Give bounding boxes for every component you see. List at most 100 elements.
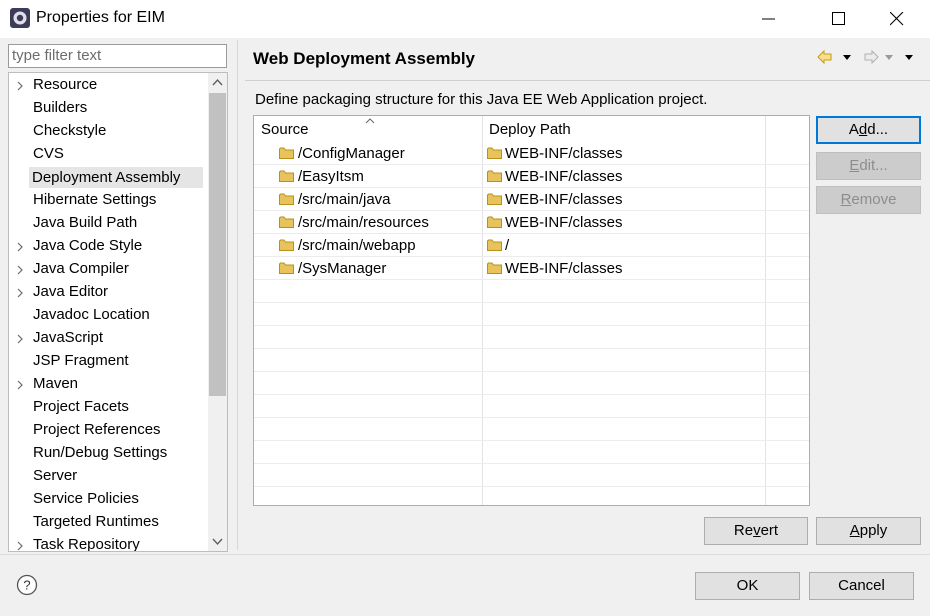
tree-item-project-references[interactable]: Project References [9, 419, 209, 442]
row-gridline [254, 371, 809, 372]
folder-icon [487, 239, 502, 251]
source-cell: /ConfigManager [298, 145, 405, 162]
tree-item-java-code-style[interactable]: Java Code Style [9, 235, 209, 258]
tree-item-label: JavaScript [33, 329, 104, 346]
view-menu-icon[interactable] [904, 48, 914, 66]
forward-arrow-icon[interactable] [862, 48, 880, 66]
button-bar-separator [0, 554, 930, 555]
tree-item-java-compiler[interactable]: Java Compiler [9, 258, 209, 281]
table-row[interactable]: /src/main/webapp / [254, 235, 809, 258]
back-arrow-icon[interactable] [816, 48, 834, 66]
page-title: Web Deployment Assembly [253, 49, 476, 68]
tree-item-maven[interactable]: Maven [9, 373, 209, 396]
add-button[interactable]: Add... [816, 116, 921, 144]
svg-text:?: ? [23, 578, 30, 593]
expand-chevron-icon[interactable] [16, 541, 24, 551]
expand-chevron-icon[interactable] [16, 81, 24, 91]
folder-icon [487, 170, 502, 182]
page-description: Define packaging structure for this Java… [255, 91, 708, 108]
tree-item-javadoc-location[interactable]: Javadoc Location [9, 304, 209, 327]
tree-item-task-repository[interactable]: Task Repository [9, 534, 209, 552]
close-button[interactable] [874, 0, 920, 38]
expand-chevron-icon[interactable] [16, 242, 24, 252]
ok-button[interactable]: OK [695, 572, 800, 600]
tree-item-project-facets[interactable]: Project Facets [9, 396, 209, 419]
remove-button[interactable]: Remove [816, 186, 921, 214]
tree-item-java-build-path[interactable]: Java Build Path [9, 212, 209, 235]
eclipse-gear-icon [10, 8, 30, 28]
assembly-table[interactable]: Source Deploy Path /ConfigManager WEB-INF… [253, 115, 810, 506]
expand-chevron-icon[interactable] [16, 265, 24, 275]
tree-item-label: Javadoc Location [33, 306, 150, 323]
source-cell: /src/main/java [298, 191, 391, 208]
filter-input[interactable] [9, 45, 225, 65]
cancel-button[interactable]: Cancel [809, 572, 914, 600]
tree-scrollbar[interactable] [208, 73, 227, 551]
history-navigation [816, 48, 920, 66]
tree-item-jsp-fragment[interactable]: JSP Fragment [9, 350, 209, 373]
back-dropdown-icon[interactable] [842, 48, 852, 66]
table-row[interactable]: /ConfigManager WEB-INF/classes [254, 143, 809, 166]
maximize-icon [832, 12, 845, 25]
filter-field[interactable] [8, 44, 227, 68]
sash-divider[interactable] [237, 40, 238, 550]
preference-tree[interactable]: Resource Builders Checkstyle CVS Deployment … [8, 72, 228, 552]
folder-icon [279, 193, 294, 205]
tree-item-label: CVS [33, 145, 64, 162]
expand-chevron-icon[interactable] [16, 288, 24, 298]
table-row[interactable]: /SysManager WEB-INF/classes [254, 258, 809, 281]
tree-item-cvs[interactable]: CVS [9, 143, 209, 166]
deploy-path-cell: WEB-INF/classes [505, 145, 623, 162]
tree-item-label: Deployment Assembly [29, 167, 203, 188]
expand-chevron-icon[interactable] [16, 334, 24, 344]
column-header-deploy-path[interactable]: Deploy Path [489, 121, 571, 138]
tree-item-run-debug-settings[interactable]: Run/Debug Settings [9, 442, 209, 465]
title-bar: Properties for EIM [0, 0, 930, 38]
table-row[interactable]: /src/main/java WEB-INF/classes [254, 189, 809, 212]
table-row[interactable]: /EasyItsm WEB-INF/classes [254, 166, 809, 189]
column-header-source[interactable]: Source [261, 121, 309, 138]
source-cell: /src/main/webapp [298, 237, 416, 254]
tree-item-deployment-assembly[interactable]: Deployment Assembly [9, 166, 209, 189]
source-cell: /src/main/resources [298, 214, 429, 231]
tree-item-label: Java Code Style [33, 237, 143, 254]
tree-item-java-editor[interactable]: Java Editor [9, 281, 209, 304]
forward-dropdown-icon[interactable] [884, 48, 894, 66]
tree-item-label: Run/Debug Settings [33, 444, 168, 461]
table-header: Source Deploy Path [254, 116, 809, 142]
row-gridline [254, 440, 809, 441]
deploy-path-cell: WEB-INF/classes [505, 168, 623, 185]
scroll-up-arrow-icon[interactable] [208, 73, 227, 92]
tree-item-javascript[interactable]: JavaScript [9, 327, 209, 350]
tree-item-label: Resource [33, 76, 98, 93]
scroll-thumb[interactable] [209, 93, 226, 396]
folder-icon [279, 216, 294, 228]
revert-button[interactable]: Revert [704, 517, 808, 545]
folder-icon [487, 262, 502, 274]
tree-item-server[interactable]: Server [9, 465, 209, 488]
scroll-down-arrow-icon[interactable] [208, 532, 227, 551]
deploy-path-cell: WEB-INF/classes [505, 214, 623, 231]
edit-button[interactable]: Edit... [816, 152, 921, 180]
tree-item-label: Service Policies [33, 490, 139, 507]
tree-item-targeted-runtimes[interactable]: Targeted Runtimes [9, 511, 209, 534]
tree-item-checkstyle[interactable]: Checkstyle [9, 120, 209, 143]
maximize-button[interactable] [816, 0, 862, 38]
apply-button[interactable]: Apply [816, 517, 921, 545]
tree-item-hibernate-settings[interactable]: Hibernate Settings [9, 189, 209, 212]
tree-item-builders[interactable]: Builders [9, 97, 209, 120]
expand-chevron-icon[interactable] [16, 380, 24, 390]
folder-icon [487, 193, 502, 205]
row-gridline [254, 348, 809, 349]
folder-icon [487, 216, 502, 228]
tree-item-label: JSP Fragment [33, 352, 129, 369]
tree-item-service-policies[interactable]: Service Policies [9, 488, 209, 511]
help-icon[interactable]: ? [16, 574, 38, 596]
table-row[interactable]: /src/main/resources WEB-INF/classes [254, 212, 809, 235]
row-gridline [254, 325, 809, 326]
row-gridline [254, 463, 809, 464]
tree-item-label: Task Repository [33, 536, 140, 552]
folder-icon [279, 170, 294, 182]
minimize-button[interactable] [746, 0, 792, 38]
tree-item-resource[interactable]: Resource [9, 74, 209, 97]
